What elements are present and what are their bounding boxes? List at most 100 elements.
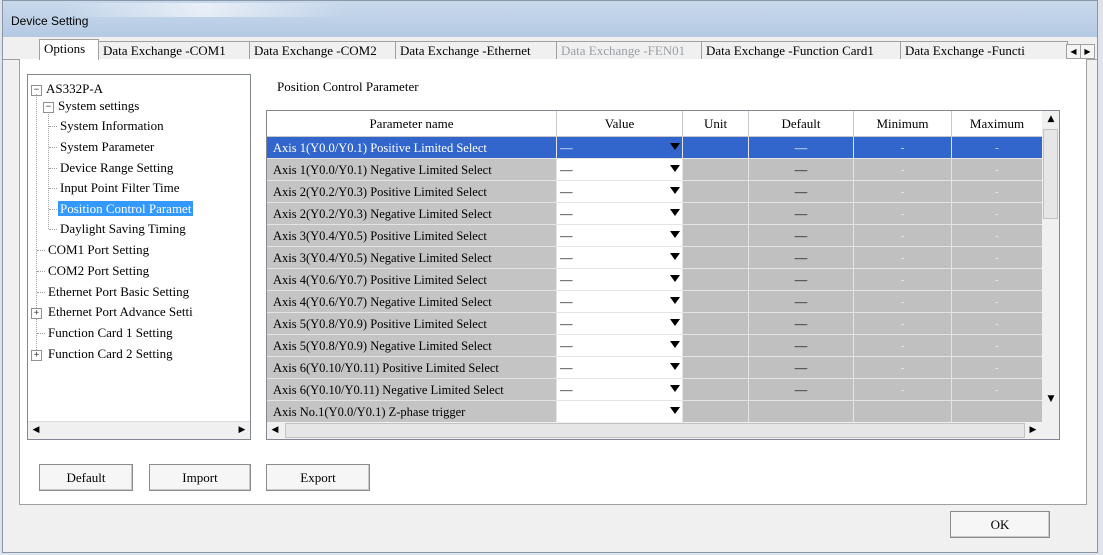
table-row[interactable]: Axis 1(Y0.0/Y0.1) Negative Limited Selec…	[267, 159, 1043, 181]
scroll-up-icon[interactable]: ▲	[1043, 111, 1059, 127]
title-bar[interactable]: Device Setting	[3, 1, 1097, 37]
value-combobox[interactable]: —	[557, 225, 683, 247]
header-unit[interactable]: Unit	[683, 111, 749, 137]
default-button[interactable]: Default	[39, 464, 133, 491]
header-default[interactable]: Default	[749, 111, 854, 137]
tree-function-card-1-setting[interactable]: Function Card 1 Setting	[46, 324, 175, 342]
table-row[interactable]: Axis 3(Y0.4/Y0.5) Negative Limited Selec…	[267, 247, 1043, 269]
header-minimum[interactable]: Minimum	[854, 111, 952, 137]
parameter-name-cell[interactable]: Axis 1(Y0.0/Y0.1) Positive Limited Selec…	[267, 137, 557, 159]
chevron-down-icon[interactable]	[670, 363, 680, 370]
tab-scroll-left-icon[interactable]: ◀	[1066, 44, 1081, 59]
parameter-name-cell[interactable]: Axis 1(Y0.0/Y0.1) Negative Limited Selec…	[267, 159, 557, 181]
grid-vertical-thumb[interactable]	[1043, 129, 1058, 219]
grid-horizontal-thumb[interactable]	[285, 423, 1025, 438]
tree-daylight-saving-timing[interactable]: Daylight Saving Timing	[58, 220, 188, 238]
expand-function-card-2-icon[interactable]: +	[31, 350, 42, 361]
header-parameter-name[interactable]: Parameter name	[267, 111, 557, 137]
value-combobox[interactable]: —	[557, 247, 683, 269]
value-combobox[interactable]: —	[557, 357, 683, 379]
parameter-grid[interactable]: Parameter name Value Unit Default Minimu…	[266, 110, 1060, 440]
tree-com1-port-setting[interactable]: COM1 Port Setting	[46, 241, 151, 259]
value-combobox[interactable]: —	[557, 203, 683, 225]
collapse-system-settings-icon[interactable]: −	[43, 102, 54, 113]
table-row[interactable]: Axis 2(Y0.2/Y0.3) Positive Limited Selec…	[267, 181, 1043, 203]
header-value[interactable]: Value	[557, 111, 683, 137]
value-combobox[interactable]: —	[557, 313, 683, 335]
chevron-down-icon[interactable]	[670, 319, 680, 326]
tab-options[interactable]: Options	[39, 39, 99, 60]
tab-data-exchange-com1[interactable]: Data Exchange -COM1	[98, 41, 250, 59]
chevron-down-icon[interactable]	[670, 209, 680, 216]
parameter-name-cell[interactable]: Axis 2(Y0.2/Y0.3) Negative Limited Selec…	[267, 203, 557, 225]
chevron-down-icon[interactable]	[670, 275, 680, 282]
grid-scroll-right-icon[interactable]: ▶	[1025, 422, 1041, 438]
tree-root[interactable]: AS332P-A	[44, 80, 105, 98]
tree-ethernet-port-advance-setting[interactable]: Ethernet Port Advance Setti	[46, 303, 195, 321]
tree-com2-port-setting[interactable]: COM2 Port Setting	[46, 262, 151, 280]
tree-position-control-parameter[interactable]: Position Control Paramet	[58, 200, 194, 218]
scroll-right-icon[interactable]: ▶	[234, 422, 250, 438]
table-row[interactable]: Axis No.1(Y0.0/Y0.1) Z-phase trigger	[267, 401, 1043, 423]
parameter-name-cell[interactable]: Axis 3(Y0.4/Y0.5) Negative Limited Selec…	[267, 247, 557, 269]
header-maximum[interactable]: Maximum	[952, 111, 1043, 137]
table-row[interactable]: Axis 2(Y0.2/Y0.3) Negative Limited Selec…	[267, 203, 1043, 225]
parameter-name-cell[interactable]: Axis No.1(Y0.0/Y0.1) Z-phase trigger	[267, 401, 557, 423]
value-combobox[interactable]	[557, 401, 683, 423]
expand-ethernet-advance-icon[interactable]: +	[31, 308, 42, 319]
ok-button[interactable]: OK	[950, 511, 1050, 538]
tab-data-exchange-ethernet[interactable]: Data Exchange -Ethernet	[395, 41, 557, 59]
tree-system-settings[interactable]: System settings	[56, 97, 141, 115]
chevron-down-icon[interactable]	[670, 253, 680, 260]
table-row[interactable]: Axis 6(Y0.10/Y0.11) Negative Limited Sel…	[267, 379, 1043, 401]
tree-function-card-2-setting[interactable]: Function Card 2 Setting	[46, 345, 175, 363]
tab-data-exchange-function-card1[interactable]: Data Exchange -Function Card1	[701, 41, 901, 59]
chevron-down-icon[interactable]	[670, 297, 680, 304]
chevron-down-icon[interactable]	[670, 385, 680, 392]
value-combobox[interactable]: —	[557, 159, 683, 181]
value-combobox[interactable]: —	[557, 291, 683, 313]
parameter-name-cell[interactable]: Axis 2(Y0.2/Y0.3) Positive Limited Selec…	[267, 181, 557, 203]
table-row[interactable]: Axis 5(Y0.8/Y0.9) Positive Limited Selec…	[267, 313, 1043, 335]
parameter-name-cell[interactable]: Axis 6(Y0.10/Y0.11) Positive Limited Sel…	[267, 357, 557, 379]
settings-tree[interactable]: − AS332P-A − System settings System Info…	[27, 74, 251, 440]
table-row[interactable]: Axis 3(Y0.4/Y0.5) Positive Limited Selec…	[267, 225, 1043, 247]
scroll-down-icon[interactable]: ▼	[1043, 391, 1059, 407]
value-combobox[interactable]: —	[557, 335, 683, 357]
import-button[interactable]: Import	[149, 464, 251, 491]
parameter-name-cell[interactable]: Axis 6(Y0.10/Y0.11) Negative Limited Sel…	[267, 379, 557, 401]
parameter-name-cell[interactable]: Axis 5(Y0.8/Y0.9) Positive Limited Selec…	[267, 313, 557, 335]
grid-horizontal-scrollbar[interactable]: ◀ ▶	[267, 422, 1059, 439]
tab-scroll-right-icon[interactable]: ▶	[1080, 44, 1095, 59]
tab-data-exchange-function-card2[interactable]: Data Exchange -Functi	[900, 41, 1068, 59]
tree-system-information[interactable]: System Information	[58, 117, 166, 135]
value-combobox[interactable]: —	[557, 379, 683, 401]
chevron-down-icon[interactable]	[670, 143, 680, 150]
parameter-name-cell[interactable]: Axis 4(Y0.6/Y0.7) Positive Limited Selec…	[267, 269, 557, 291]
value-combobox[interactable]: —	[557, 137, 683, 159]
tab-data-exchange-com2[interactable]: Data Exchange -COM2	[249, 41, 396, 59]
table-row[interactable]: Axis 5(Y0.8/Y0.9) Negative Limited Selec…	[267, 335, 1043, 357]
parameter-name-cell[interactable]: Axis 3(Y0.4/Y0.5) Positive Limited Selec…	[267, 225, 557, 247]
chevron-down-icon[interactable]	[670, 165, 680, 172]
tree-horizontal-scrollbar[interactable]: ◀ ▶	[28, 421, 250, 439]
tree-ethernet-port-basic-setting[interactable]: Ethernet Port Basic Setting	[46, 283, 191, 301]
table-row[interactable]: Axis 4(Y0.6/Y0.7) Negative Limited Selec…	[267, 291, 1043, 313]
value-combobox[interactable]: —	[557, 269, 683, 291]
table-row[interactable]: Axis 4(Y0.6/Y0.7) Positive Limited Selec…	[267, 269, 1043, 291]
table-row[interactable]: Axis 1(Y0.0/Y0.1) Positive Limited Selec…	[267, 137, 1043, 159]
tree-system-parameter[interactable]: System Parameter	[58, 138, 156, 156]
grid-scroll-left-icon[interactable]: ◀	[267, 422, 283, 438]
chevron-down-icon[interactable]	[670, 341, 680, 348]
tree-device-range-setting[interactable]: Device Range Setting	[58, 159, 175, 177]
chevron-down-icon[interactable]	[670, 407, 680, 414]
chevron-down-icon[interactable]	[670, 231, 680, 238]
parameter-name-cell[interactable]: Axis 4(Y0.6/Y0.7) Negative Limited Selec…	[267, 291, 557, 313]
chevron-down-icon[interactable]	[670, 187, 680, 194]
parameter-name-cell[interactable]: Axis 5(Y0.8/Y0.9) Negative Limited Selec…	[267, 335, 557, 357]
grid-vertical-scrollbar[interactable]: ▲ ▼	[1042, 111, 1059, 423]
value-combobox[interactable]: —	[557, 181, 683, 203]
export-button[interactable]: Export	[266, 464, 370, 491]
table-row[interactable]: Axis 6(Y0.10/Y0.11) Positive Limited Sel…	[267, 357, 1043, 379]
scroll-left-icon[interactable]: ◀	[28, 422, 44, 438]
